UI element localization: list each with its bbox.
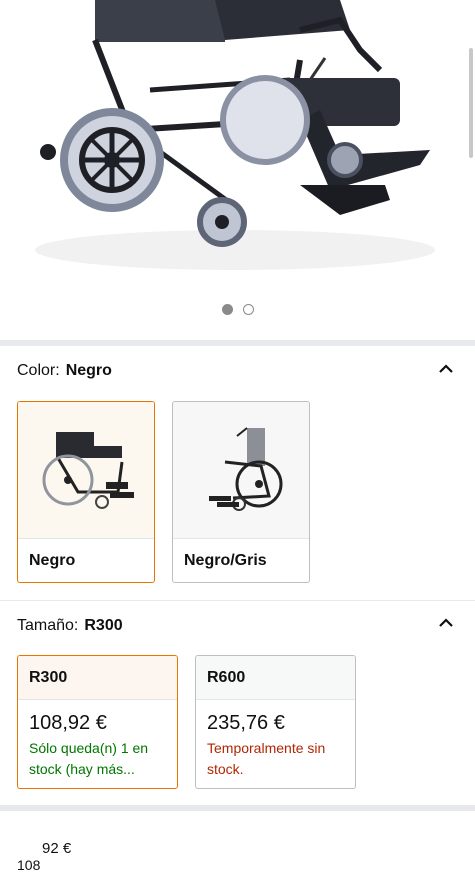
card-divider [18, 538, 154, 539]
size-option-name: R600 [207, 669, 246, 686]
color-option-negro-gris[interactable]: Negro/Gris [172, 401, 310, 583]
size-option-price: 108,92 € [29, 712, 107, 734]
product-image-gallery[interactable] [0, 0, 475, 340]
section-divider [0, 805, 475, 811]
color-selected-value: Negro [65, 362, 112, 379]
color-option-label: Negro [29, 552, 76, 569]
image-scrollbar[interactable] [469, 48, 473, 158]
size-section-header[interactable]: Tamaño: R300 [17, 617, 123, 635]
size-option-r600[interactable]: R600 235,76 € Temporalmente sin stock. [195, 655, 356, 789]
section-divider [0, 600, 475, 601]
availability-text: Sólo queda(n) 1 en stock (hay más... [29, 740, 149, 777]
wheelchair-black-thumbnail [42, 432, 134, 509]
section-divider [0, 340, 475, 346]
chevron-up-icon[interactable] [439, 616, 453, 630]
size-option-r300[interactable]: R300 108,92 € Sólo queda(n) 1 en stock (… [17, 655, 178, 789]
price-whole: 108 [17, 857, 41, 873]
price-cents: 92 € [42, 840, 72, 857]
color-label: Color: [17, 362, 60, 379]
wheelchair-gray-thumbnail [209, 427, 283, 511]
color-option-thumbnail [173, 402, 309, 538]
gallery-pagination[interactable] [0, 304, 475, 315]
size-label: Tamaño: [17, 617, 79, 634]
chevron-up-icon[interactable] [439, 362, 453, 376]
gallery-dot-2[interactable] [242, 304, 254, 315]
color-option-label: Negro/Gris [184, 552, 267, 569]
gallery-dot-1[interactable] [221, 304, 233, 315]
wheelchair-image [35, 0, 435, 270]
card-divider [173, 538, 309, 539]
color-option-negro[interactable]: Negro [17, 401, 155, 583]
color-option-thumbnail [18, 402, 154, 538]
size-option-price: 235,76 € [207, 712, 285, 734]
size-selected-value: R300 [84, 617, 123, 634]
color-section-header[interactable]: Color: Negro [17, 362, 112, 380]
availability-text: Temporalmente sin stock. [207, 740, 326, 777]
size-option-name: R300 [29, 669, 68, 686]
